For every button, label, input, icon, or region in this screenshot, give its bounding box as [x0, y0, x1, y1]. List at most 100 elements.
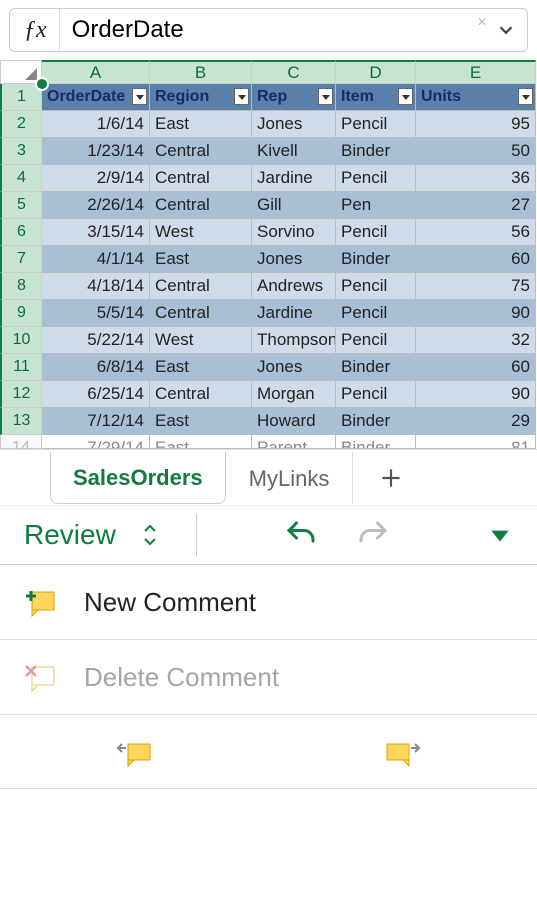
col-header[interactable]: E — [416, 60, 536, 84]
cell[interactable]: 36 — [416, 165, 536, 192]
add-sheet-button[interactable] — [352, 452, 428, 504]
row-header[interactable]: 5 — [0, 192, 42, 219]
header-cell[interactable]: Units — [416, 84, 536, 111]
cell[interactable]: Pencil — [336, 381, 416, 408]
cell[interactable]: 2/9/14 — [42, 165, 150, 192]
cell[interactable]: Jones — [252, 246, 336, 273]
filter-icon[interactable] — [398, 88, 413, 105]
row-header[interactable]: 2 — [0, 111, 42, 138]
cell[interactable]: Central — [150, 192, 252, 219]
cell[interactable]: Binder — [336, 435, 416, 449]
header-cell[interactable]: OrderDate — [42, 84, 150, 111]
cell[interactable]: Binder — [336, 138, 416, 165]
cell[interactable]: 7/29/14 — [42, 435, 150, 449]
filter-icon[interactable] — [132, 88, 147, 105]
cell[interactable]: 6/25/14 — [42, 381, 150, 408]
row-header[interactable]: 11 — [0, 354, 42, 381]
cell[interactable]: 5/5/14 — [42, 300, 150, 327]
cell[interactable]: East — [150, 435, 252, 449]
row-header[interactable]: 8 — [0, 273, 42, 300]
cell[interactable]: 81 — [416, 435, 536, 449]
cell[interactable]: 4/1/14 — [42, 246, 150, 273]
filter-icon[interactable] — [318, 88, 333, 105]
cell[interactable]: Thompson — [252, 327, 336, 354]
col-header[interactable]: D — [336, 60, 416, 84]
cell[interactable]: Pencil — [336, 165, 416, 192]
cell[interactable]: Pencil — [336, 300, 416, 327]
cell[interactable]: 5/22/14 — [42, 327, 150, 354]
cell[interactable]: Morgan — [252, 381, 336, 408]
cell[interactable]: Central — [150, 165, 252, 192]
fx-icon[interactable]: ƒx — [10, 9, 60, 51]
cell[interactable]: Pencil — [336, 273, 416, 300]
formula-input[interactable] — [60, 9, 485, 51]
cell[interactable]: 32 — [416, 327, 536, 354]
cell[interactable]: Gill — [252, 192, 336, 219]
col-header[interactable]: C — [252, 60, 336, 84]
cell[interactable]: Andrews — [252, 273, 336, 300]
cell[interactable]: Howard — [252, 408, 336, 435]
cell[interactable]: 50 — [416, 138, 536, 165]
sheet-tab-mylinks[interactable]: MyLinks — [226, 452, 353, 504]
cell[interactable]: 56 — [416, 219, 536, 246]
cell[interactable]: Parent — [252, 435, 336, 449]
row-header[interactable]: 12 — [0, 381, 42, 408]
cell[interactable]: West — [150, 327, 252, 354]
cell[interactable]: 27 — [416, 192, 536, 219]
row-header[interactable]: 6 — [0, 219, 42, 246]
cell[interactable]: Jardine — [252, 165, 336, 192]
cell[interactable]: East — [150, 408, 252, 435]
cell[interactable]: Jones — [252, 354, 336, 381]
next-comment-button[interactable] — [269, 715, 537, 788]
cell[interactable]: 3/15/14 — [42, 219, 150, 246]
cell[interactable]: 75 — [416, 273, 536, 300]
row-header[interactable]: 14 — [0, 435, 42, 449]
spreadsheet-grid[interactable]: A B C D E 1 OrderDate Region Rep Item Un… — [0, 60, 537, 449]
undo-button[interactable] — [283, 517, 319, 553]
filter-icon[interactable] — [518, 88, 533, 105]
chevron-down-icon[interactable] — [485, 19, 527, 41]
collapse-ribbon-button[interactable] — [463, 522, 537, 548]
sheet-tab-salesorders[interactable]: SalesOrders — [50, 452, 226, 504]
cell[interactable]: Kivell — [252, 138, 336, 165]
redo-button[interactable] — [355, 517, 391, 553]
row-header[interactable]: 4 — [0, 165, 42, 192]
row-header[interactable]: 7 — [0, 246, 42, 273]
cell[interactable]: 60 — [416, 354, 536, 381]
clear-icon[interactable]: ✕ — [477, 15, 487, 29]
cell[interactable]: 60 — [416, 246, 536, 273]
cell[interactable]: Jardine — [252, 300, 336, 327]
cell[interactable]: Central — [150, 381, 252, 408]
cell[interactable]: 6/8/14 — [42, 354, 150, 381]
header-cell[interactable]: Item — [336, 84, 416, 111]
cell[interactable]: 90 — [416, 300, 536, 327]
cell[interactable]: Central — [150, 300, 252, 327]
cell[interactable]: East — [150, 111, 252, 138]
header-cell[interactable]: Region — [150, 84, 252, 111]
ribbon-tab-selector[interactable]: Review — [0, 506, 182, 564]
col-header[interactable]: B — [150, 60, 252, 84]
cell[interactable]: Binder — [336, 246, 416, 273]
cell[interactable]: Pencil — [336, 219, 416, 246]
cell[interactable]: East — [150, 246, 252, 273]
cell[interactable]: 29 — [416, 408, 536, 435]
cell[interactable]: West — [150, 219, 252, 246]
cell[interactable]: Central — [150, 138, 252, 165]
cell[interactable]: Pencil — [336, 327, 416, 354]
cell[interactable]: 90 — [416, 381, 536, 408]
cell[interactable]: Jones — [252, 111, 336, 138]
cell[interactable]: East — [150, 354, 252, 381]
row-header[interactable]: 3 — [0, 138, 42, 165]
header-cell[interactable]: Rep — [252, 84, 336, 111]
selection-handle[interactable] — [35, 77, 49, 91]
prev-comment-button[interactable] — [0, 715, 269, 788]
cell[interactable]: 4/18/14 — [42, 273, 150, 300]
cell[interactable]: Sorvino — [252, 219, 336, 246]
row-header[interactable]: 13 — [0, 408, 42, 435]
cell[interactable]: 1/23/14 — [42, 138, 150, 165]
cell[interactable]: Pencil — [336, 111, 416, 138]
cell[interactable]: Binder — [336, 354, 416, 381]
row-header[interactable]: 9 — [0, 300, 42, 327]
cell[interactable]: 7/12/14 — [42, 408, 150, 435]
cell[interactable]: 1/6/14 — [42, 111, 150, 138]
